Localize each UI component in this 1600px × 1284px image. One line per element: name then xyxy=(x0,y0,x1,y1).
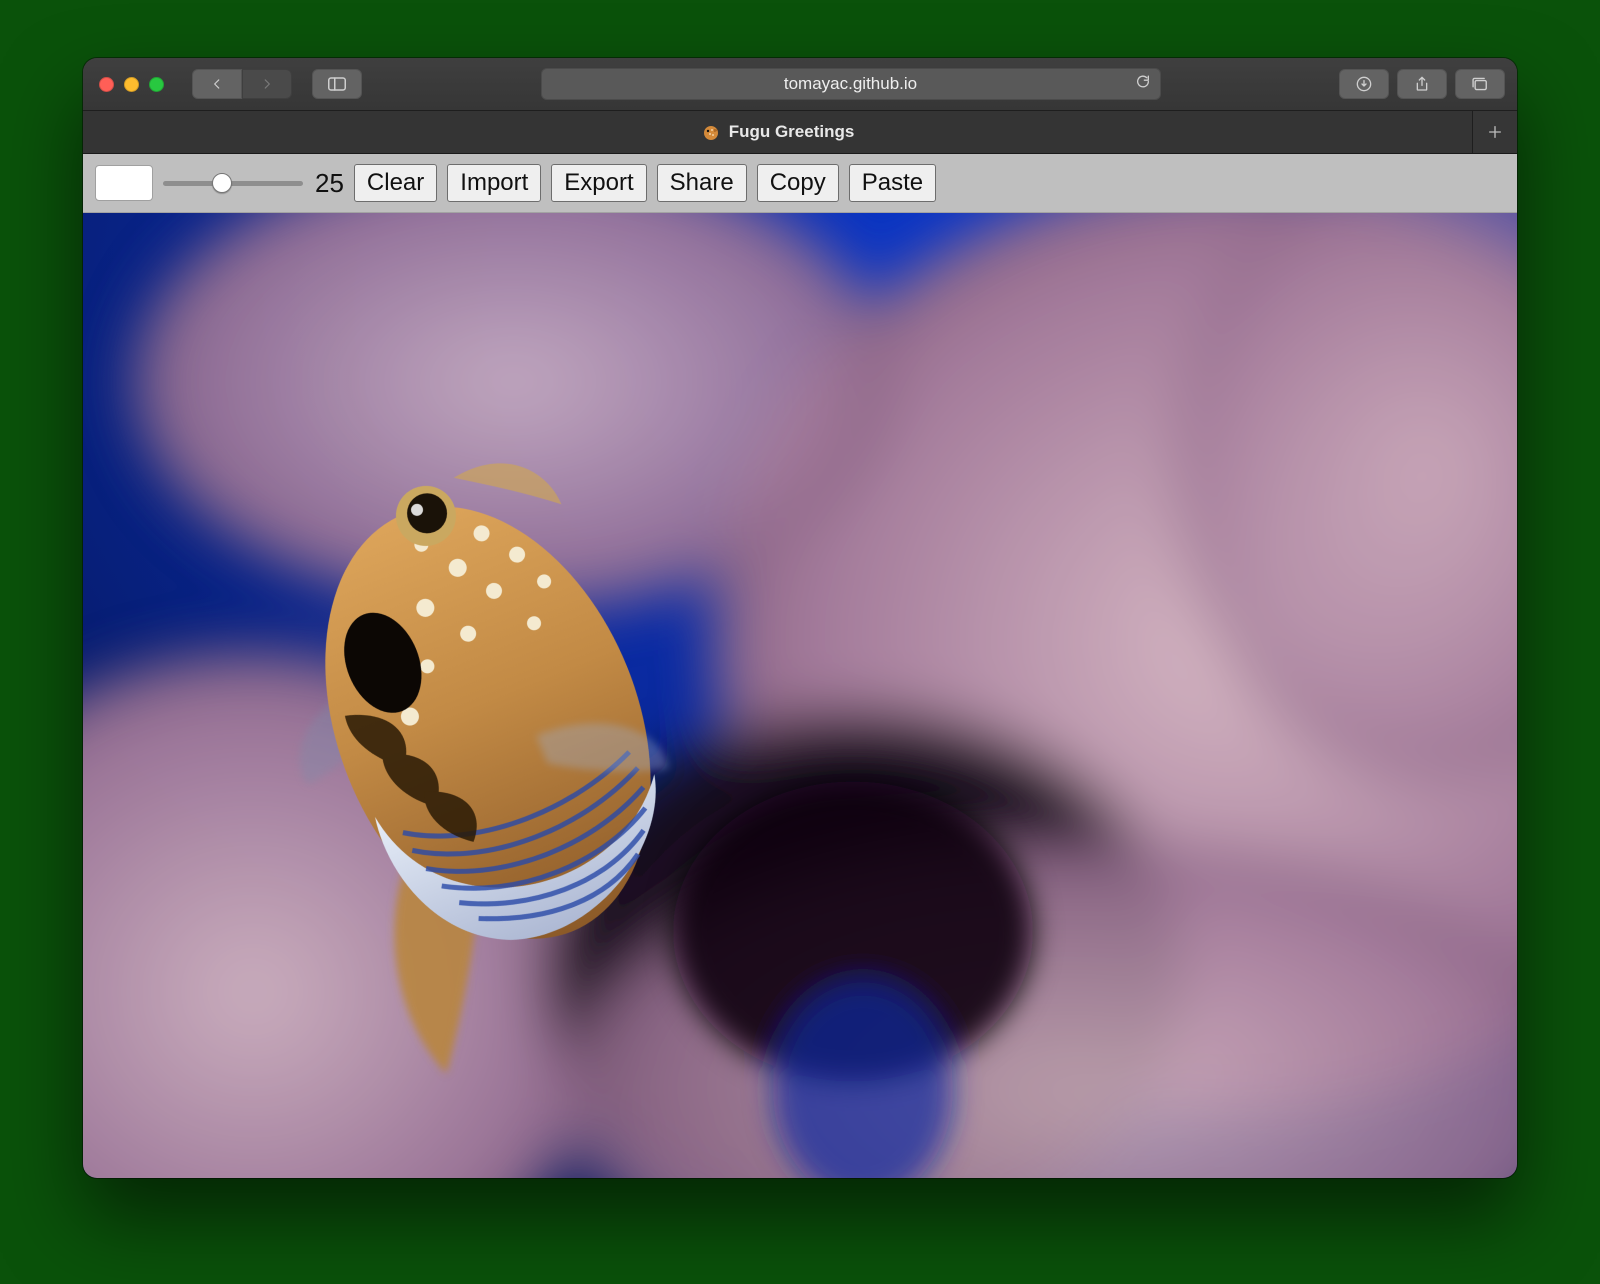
browser-window: tomayac.github.io xyxy=(83,58,1517,1178)
clear-button[interactable]: Clear xyxy=(354,164,437,202)
import-button[interactable]: Import xyxy=(447,164,541,202)
url-text: tomayac.github.io xyxy=(784,74,917,94)
slider-track xyxy=(163,181,303,186)
color-swatch[interactable] xyxy=(95,165,153,201)
share-button[interactable] xyxy=(1397,69,1447,99)
slider-thumb[interactable] xyxy=(212,173,232,193)
tab-bar: Fugu Greetings xyxy=(83,111,1517,154)
brush-size-slider[interactable] xyxy=(163,172,303,194)
titlebar: tomayac.github.io xyxy=(83,58,1517,111)
download-icon xyxy=(1356,76,1372,92)
copy-button[interactable]: Copy xyxy=(757,164,839,202)
tab-title: Fugu Greetings xyxy=(729,122,855,142)
brush-size-value: 25 xyxy=(315,168,344,199)
canvas-image xyxy=(83,213,1517,1178)
tabs-icon xyxy=(1471,76,1489,92)
export-button[interactable]: Export xyxy=(551,164,646,202)
minimize-window-button[interactable] xyxy=(124,77,139,92)
paste-button[interactable]: Paste xyxy=(849,164,936,202)
sidebar-toggle-button[interactable] xyxy=(312,69,362,99)
zoom-window-button[interactable] xyxy=(149,77,164,92)
nav-back-forward xyxy=(192,69,292,99)
app-toolbar: 25 Clear Import Export Share Copy Paste xyxy=(83,154,1517,213)
toolbar-right xyxy=(1339,69,1505,99)
close-window-button[interactable] xyxy=(99,77,114,92)
share-icon xyxy=(1414,75,1430,93)
fugu-icon xyxy=(701,122,721,142)
reload-icon xyxy=(1135,74,1151,90)
reload-button[interactable] xyxy=(1135,74,1151,95)
plus-icon xyxy=(1487,124,1503,140)
show-tabs-button[interactable] xyxy=(1455,69,1505,99)
share-app-button[interactable]: Share xyxy=(657,164,747,202)
chevron-right-icon xyxy=(260,77,274,91)
downloads-button[interactable] xyxy=(1339,69,1389,99)
canvas-area[interactable] xyxy=(83,213,1517,1178)
window-controls xyxy=(99,77,164,92)
back-button[interactable] xyxy=(192,69,242,99)
tab-fugu-greetings[interactable]: Fugu Greetings xyxy=(83,111,1472,153)
forward-button[interactable] xyxy=(242,69,292,99)
sidebar-icon xyxy=(328,77,346,91)
address-bar[interactable]: tomayac.github.io xyxy=(541,68,1161,100)
new-tab-button[interactable] xyxy=(1472,111,1517,153)
chevron-left-icon xyxy=(210,77,224,91)
